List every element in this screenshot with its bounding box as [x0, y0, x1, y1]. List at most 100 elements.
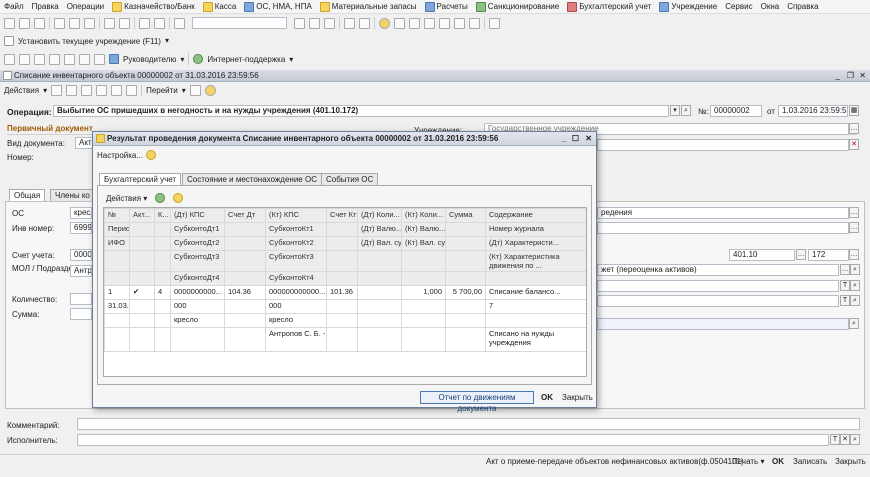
grid-header-cell[interactable]: Номер журнала — [485, 222, 586, 237]
open-icon[interactable] — [19, 17, 30, 29]
actions-menu[interactable]: Действия — [4, 86, 39, 95]
grid-header-cell[interactable]: (Дт) Вал. сумма — [357, 236, 402, 251]
grid-header-cell[interactable] — [326, 271, 358, 286]
undo-icon[interactable] — [139, 17, 150, 29]
ok-button[interactable]: OK — [772, 457, 784, 466]
table-row[interactable]: Антропов С. Б. - Списано на нужды учрежде… — [104, 327, 586, 352]
menu-item[interactable]: Материальные запасы — [319, 1, 417, 12]
list-icon[interactable] — [64, 53, 75, 65]
grid-header-cell[interactable] — [326, 250, 358, 272]
copy-doc-icon[interactable] — [81, 84, 93, 96]
grid-header-cell[interactable] — [445, 236, 486, 251]
clear-icon[interactable]: ✕ — [849, 139, 859, 150]
grid-header-cell[interactable] — [445, 250, 486, 272]
preview-icon[interactable] — [119, 17, 130, 29]
grid-header-cell[interactable]: ИФО — [104, 236, 130, 251]
grid-header-cell[interactable]: СубконтоДт2 — [170, 236, 225, 251]
menu-item[interactable]: Расчеты — [424, 1, 468, 12]
grid-header-cell[interactable]: СубконтоКт2 — [265, 236, 327, 251]
dialog-help-icon[interactable] — [146, 150, 156, 160]
right-field-2[interactable] — [597, 222, 849, 234]
table-icon[interactable] — [19, 53, 30, 65]
find-icon[interactable] — [174, 17, 185, 29]
doc-right-field[interactable] — [597, 139, 849, 151]
right-select-2[interactable]: … — [849, 222, 859, 233]
calendar-button[interactable]: ▦ — [849, 105, 859, 116]
movements-grid[interactable]: № Акт... К... (Дт) КПС Счет Дт (Кт) КПС Счет К… — [103, 207, 587, 377]
account-dt-select[interactable]: … — [796, 249, 806, 260]
text2-icon[interactable]: T — [840, 295, 850, 306]
close-icon[interactable]: ✕ — [859, 70, 866, 82]
mol-field[interactable]: Антр — [70, 265, 92, 277]
act-print-form[interactable]: Акт о приеме-передаче объектов нефинансо… — [486, 457, 744, 466]
grid-header-cell[interactable] — [129, 222, 155, 237]
dialog-maximize-icon[interactable]: ☐ — [572, 132, 579, 146]
menu-item[interactable]: Справка — [787, 2, 818, 11]
right-field-6[interactable] — [597, 295, 839, 307]
movements-icon[interactable] — [111, 84, 123, 96]
info-icon[interactable] — [379, 17, 390, 29]
grid-header-cell[interactable]: СубконтоКт1 — [265, 222, 327, 237]
grid-header-cell[interactable] — [154, 271, 171, 286]
grid-header-cell[interactable] — [154, 236, 171, 251]
inv-field[interactable]: 6999 — [70, 222, 92, 234]
menu-item[interactable]: Окна — [761, 2, 780, 11]
dropdown-icon[interactable]: ▾ — [165, 36, 173, 47]
grid-header-cell[interactable]: СубконтоДт4 — [170, 271, 225, 286]
grid-header-cell[interactable]: (Кт) Валю... — [401, 222, 446, 237]
right-field-1[interactable]: редения — [597, 207, 849, 219]
search7-icon[interactable]: ⌕ — [849, 318, 859, 329]
tab-state-location[interactable]: Состояние и местонахождение ОС — [182, 173, 322, 185]
table-row[interactable]: 31.03.2016 ... 000 000 7 — [104, 299, 586, 314]
kbk-select[interactable]: … — [840, 264, 850, 275]
grid-header-cell[interactable] — [224, 222, 266, 237]
journal-icon[interactable] — [79, 53, 90, 65]
print-doc-icon[interactable] — [126, 84, 138, 96]
grid-header-cell[interactable]: (Дт) КПС — [170, 208, 225, 223]
cut-icon[interactable] — [54, 17, 65, 29]
tab-accounting[interactable]: Бухгалтерский учет — [99, 173, 182, 185]
grid-header-cell[interactable]: Сумма — [445, 208, 486, 223]
operation-field[interactable]: Выбытие ОС пришедших в негодность и на н… — [53, 105, 669, 117]
grid-header-cell[interactable] — [445, 271, 486, 286]
print-button[interactable]: Печать ▾ — [732, 457, 764, 466]
print-icon[interactable] — [104, 17, 115, 29]
grid-header-cell[interactable]: СубконтоКт4 — [265, 271, 327, 286]
grid-header-cell[interactable] — [104, 250, 130, 272]
menu-item[interactable]: Правка — [32, 2, 59, 11]
grid-header-cell[interactable] — [401, 271, 446, 286]
grid-header-cell[interactable]: (Кт) КПС — [265, 208, 327, 223]
search-next-icon[interactable] — [294, 17, 305, 29]
menu-item[interactable]: Файл — [4, 2, 24, 11]
right-field-5[interactable] — [597, 280, 839, 292]
restore-icon[interactable]: ❐ — [847, 70, 854, 82]
account-dt-field[interactable]: 401.10 — [729, 249, 795, 261]
chart-icon[interactable] — [34, 53, 45, 65]
report-icon[interactable] — [4, 53, 15, 65]
number-field[interactable]: 00000002 — [710, 105, 762, 117]
account-kt-field[interactable]: 172 — [808, 249, 849, 261]
set-institution-button[interactable]: Установить текущее учреждение (F11) — [18, 37, 161, 46]
grid-header-cell[interactable]: СубконтоДт1 — [170, 222, 225, 237]
menu-item[interactable]: Касса — [202, 1, 236, 12]
grid-header-cell[interactable]: (Дт) Характеристи... — [485, 236, 586, 251]
manager-button[interactable]: Руководителю — [123, 55, 176, 64]
dialog-close-icon[interactable]: ✕ — [585, 132, 592, 146]
right-select-1[interactable]: … — [849, 207, 859, 218]
structure-icon[interactable] — [96, 84, 108, 96]
grid-header-cell[interactable]: № — [104, 208, 130, 223]
help-icon[interactable] — [204, 84, 216, 96]
grid-header-cell[interactable]: (Кт) Вал. сумма — [401, 236, 446, 251]
menu-item[interactable]: Сервис — [725, 2, 752, 11]
menu-item[interactable]: Операции — [67, 2, 104, 11]
grid-header-cell[interactable] — [104, 271, 130, 286]
calc-icon[interactable] — [394, 17, 405, 29]
grid-header-cell[interactable]: К... — [154, 208, 171, 223]
search6-icon[interactable]: ⌕ — [850, 295, 860, 306]
calendar-icon[interactable] — [409, 17, 420, 29]
save-icon[interactable] — [34, 17, 45, 29]
grid-header-cell[interactable]: Счет Дт — [224, 208, 266, 223]
account-kt-select[interactable]: … — [849, 249, 859, 260]
grid-header-cell[interactable]: СубконтоДт3 — [170, 250, 225, 272]
support-button[interactable]: Интернет-поддержка — [207, 55, 285, 64]
